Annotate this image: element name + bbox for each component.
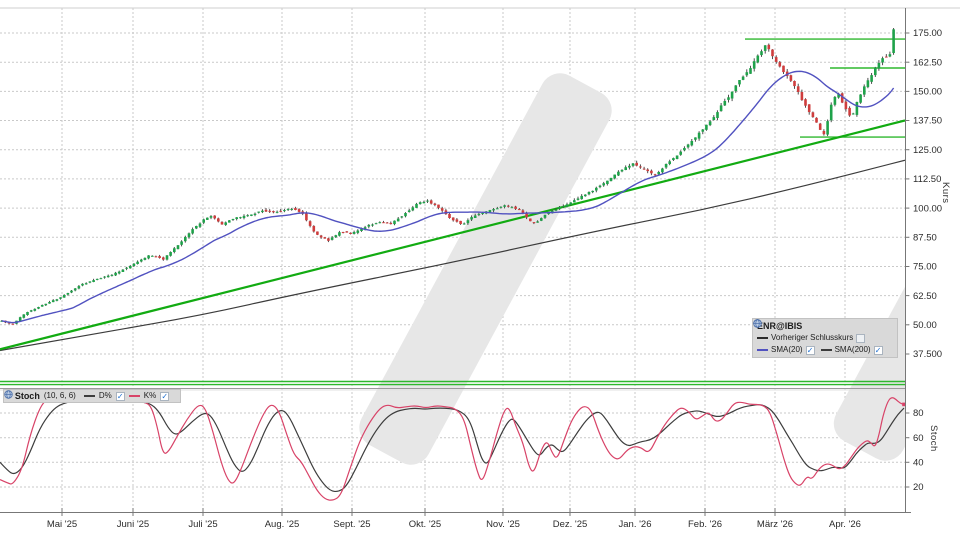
- stoch-params: (10, 6, 6): [44, 390, 76, 402]
- price-tick-label: 87.50: [913, 233, 937, 244]
- sma200-checkbox[interactable]: ✓: [874, 346, 883, 355]
- stoch-tick-label: 40: [913, 458, 924, 469]
- sma200-line-sample: [821, 349, 832, 351]
- stoch-tick-label: 80: [913, 408, 924, 419]
- price-tick-label: 125.00: [913, 145, 942, 156]
- stoch-d-line-sample: [84, 395, 95, 397]
- stoch-title: Stoch: [15, 390, 40, 402]
- stoch-legend: Stoch (10, 6, 6) D% ✓ K% ✓: [3, 389, 181, 403]
- stoch-d-label: D%: [99, 390, 112, 402]
- month-tick-label: Dez. '25: [553, 519, 588, 530]
- month-tick-label: Nov. '25: [486, 519, 520, 530]
- stoch-k-checkbox[interactable]: ✓: [160, 392, 169, 401]
- price-tick-label: 150.00: [913, 87, 942, 98]
- month-tick-label: Apr. '26: [829, 519, 861, 530]
- stoch-k-line-sample: [129, 395, 140, 397]
- price-tick-label: 112.50: [913, 174, 941, 185]
- month-tick-label: Juli '25: [188, 519, 217, 530]
- prev-close-line-sample: [757, 337, 768, 339]
- sma20-label: SMA(20): [771, 344, 803, 356]
- price-tick-label: 100.00: [913, 203, 942, 214]
- price-tick-label: 75.00: [913, 262, 937, 273]
- prev-close-checkbox[interactable]: ✓: [856, 334, 865, 343]
- sma200-label: SMA(200): [835, 344, 871, 356]
- sma20-checkbox[interactable]: ✓: [806, 346, 815, 355]
- price-tick-label: 62.50: [913, 291, 937, 302]
- stoch-tick-label: 60: [913, 433, 924, 444]
- price-tick-label: 162.50: [913, 57, 942, 68]
- month-tick-label: Aug. '25: [265, 519, 300, 530]
- stoch-tick-label: 20: [913, 482, 924, 493]
- month-tick-label: Feb. '26: [688, 519, 722, 530]
- stoch-axis-title: Stoch: [928, 425, 939, 452]
- price-tick-label: 175.00: [913, 28, 942, 39]
- month-tick-label: Jan. '26: [619, 519, 652, 530]
- price-tick-label: 50.00: [913, 320, 937, 331]
- prev-close-label: Vorheriger Schlusskurs: [771, 332, 853, 344]
- chart-canvas[interactable]: 175.00 162.50 150.00 137.50 125.00 112.50 100.…: [0, 0, 960, 540]
- month-tick-label: Juni '25: [117, 519, 149, 530]
- month-tick-label: Mai '25: [47, 519, 77, 530]
- price-tick-label: 137.50: [913, 116, 942, 127]
- instrument-symbol: ENR@IBIS: [757, 320, 802, 332]
- chart-window: 175.00 162.50 150.00 137.50 125.00 112.50 100.…: [0, 0, 960, 540]
- month-tick-label: Sept. '25: [333, 519, 370, 530]
- month-tick-label: März '26: [757, 519, 793, 530]
- price-tick-label: 37.500: [913, 349, 942, 360]
- sma20-line-sample: [757, 349, 768, 351]
- main-legend: ENR@IBIS Vorheriger Schlusskurs ✓ SMA(20…: [752, 318, 898, 358]
- stoch-k-label: K%: [144, 390, 156, 402]
- kurs-axis-title: Kurs: [940, 182, 951, 204]
- month-tick-label: Okt. '25: [409, 519, 441, 530]
- stoch-d-checkbox[interactable]: ✓: [116, 392, 125, 401]
- stoch-d-line: [0, 401, 904, 491]
